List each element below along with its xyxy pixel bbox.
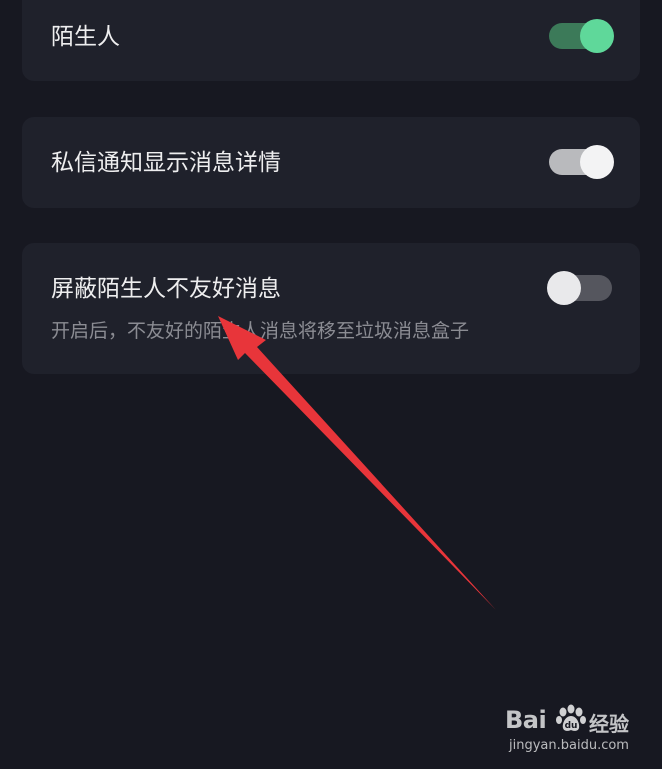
- toggle-knob: [547, 271, 581, 305]
- svg-text:du: du: [565, 721, 578, 731]
- toggle-knob: [580, 145, 614, 179]
- block-unfriendly-toggle[interactable]: [547, 271, 612, 305]
- watermark-jingyan: 经验: [589, 712, 629, 736]
- red-arrow-annotation: [218, 316, 496, 610]
- setting-row-block-unfriendly: 屏蔽陌生人不友好消息 开启后，不友好的陌生人消息将移至垃圾消息盒子: [22, 243, 640, 374]
- setting-title: 私信通知显示消息详情: [51, 150, 281, 176]
- setting-row-stranger: 陌生人: [22, 0, 640, 81]
- paw-icon: du: [556, 704, 586, 731]
- watermark-url: jingyan.baidu.com: [509, 738, 629, 753]
- stranger-toggle[interactable]: [549, 19, 614, 53]
- setting-description: 开启后，不友好的陌生人消息将移至垃圾消息盒子: [51, 320, 470, 342]
- toggle-knob: [580, 19, 614, 53]
- setting-title: 陌生人: [51, 24, 120, 50]
- baidu-jingyan-watermark: Bai du 经验 jingyan.baidu.com: [505, 702, 655, 762]
- setting-title: 屏蔽陌生人不友好消息: [51, 276, 281, 302]
- watermark-brand: Bai: [505, 706, 547, 734]
- setting-row-dm-details: 私信通知显示消息详情: [22, 117, 640, 208]
- dm-details-toggle[interactable]: [549, 145, 614, 179]
